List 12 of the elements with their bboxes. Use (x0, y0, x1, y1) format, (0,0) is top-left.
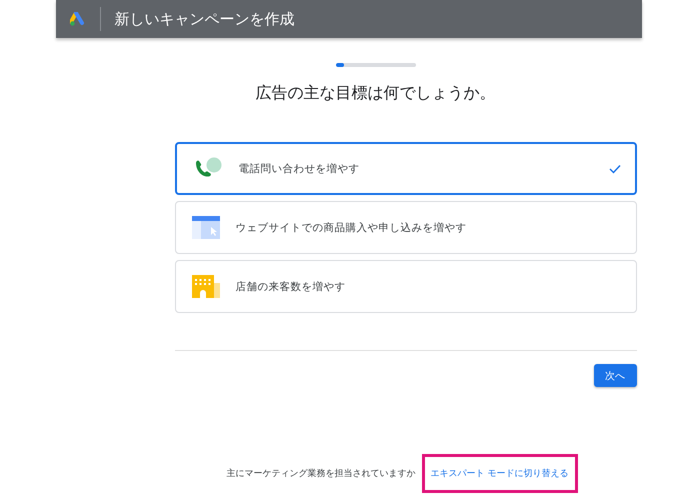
goal-option[interactable]: 店舗の来客数を増やす (174, 260, 636, 313)
building-icon (192, 275, 220, 298)
expert-mode-link[interactable]: エキスパート モードに切り替える (422, 454, 578, 493)
goal-option[interactable]: ウェブサイトでの商品購入や申し込みを増やす (174, 201, 636, 254)
check-icon (608, 164, 620, 174)
ads-logo-icon (70, 12, 86, 26)
window-title: 新しいキャンペーンを作成 (114, 10, 294, 28)
next-button[interactable]: 次へ (594, 364, 636, 387)
footer-question: 主にマーケティング業務を担当されていますか (226, 468, 416, 480)
browser-window-icon (192, 216, 220, 239)
goal-option[interactable]: 電話問い合わせを増やす (174, 142, 636, 195)
question-heading: 広告の主な目標は何でしょうか。 (256, 83, 496, 104)
